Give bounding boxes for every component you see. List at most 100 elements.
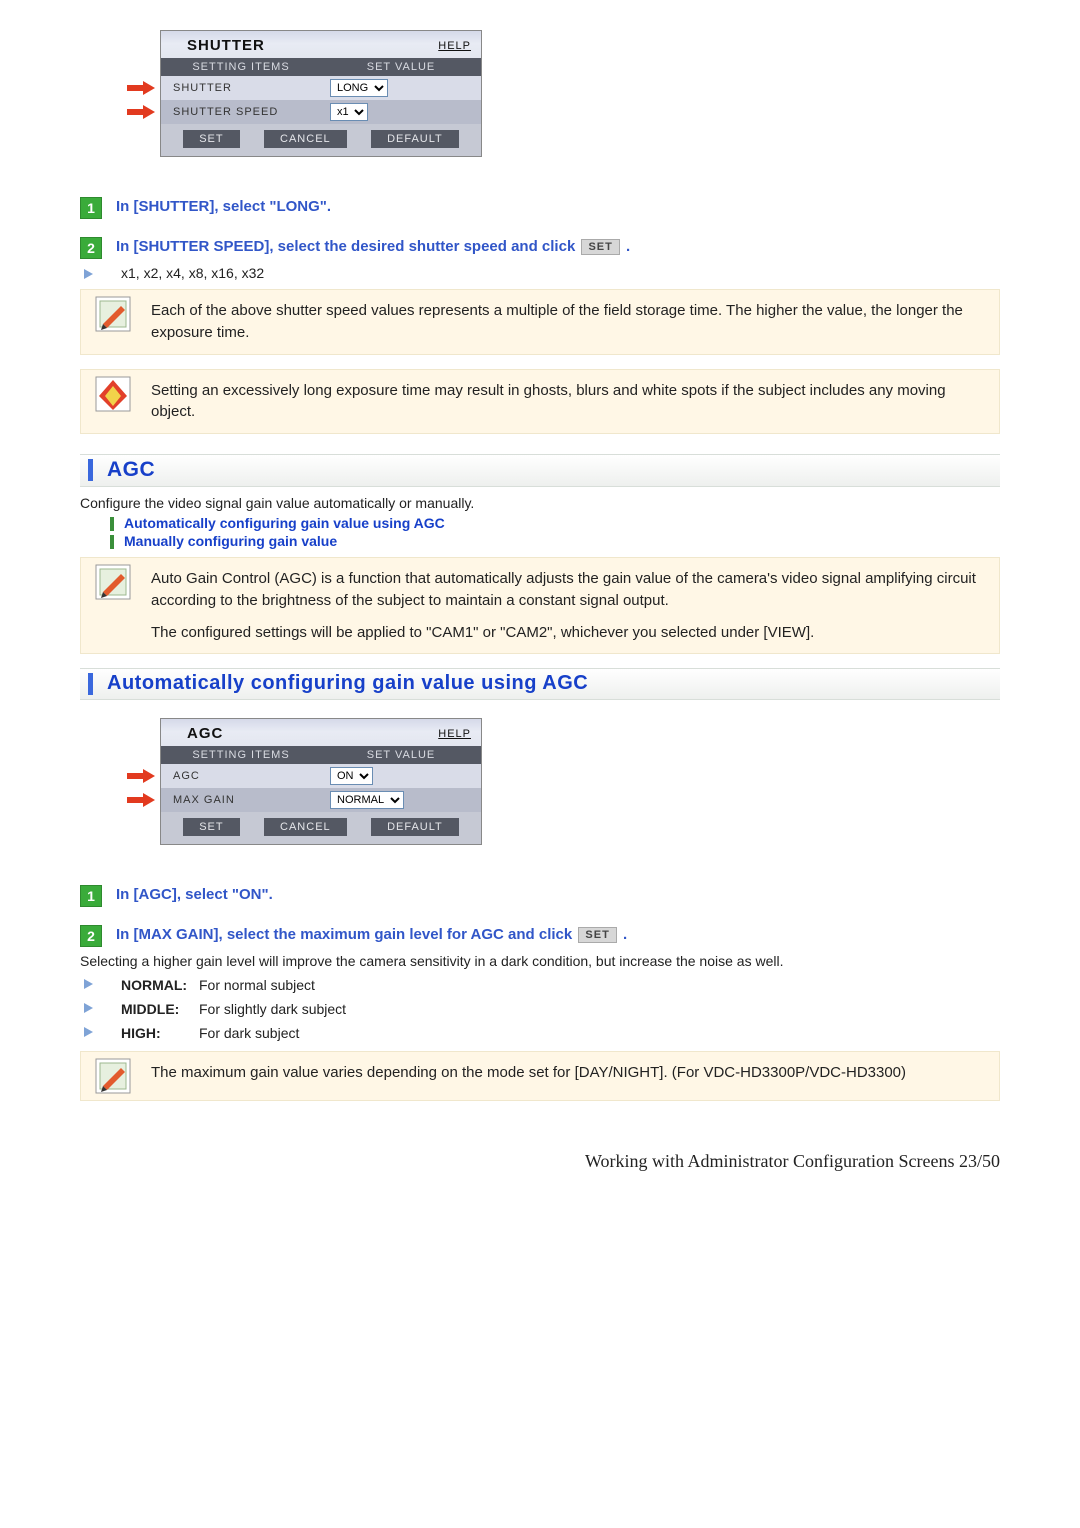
pencil-note-icon	[95, 1058, 131, 1094]
agc-panel: AGC HELP SETTING ITEMS SET VALUE AGC ON …	[160, 718, 1000, 845]
step-number: 1	[80, 885, 102, 907]
gain-option-row: MIDDLE:For slightly dark subject	[84, 999, 1000, 1019]
note-text: Auto Gain Control (AGC) is a function th…	[151, 564, 993, 647]
gain-option-row: HIGH:For dark subject	[84, 1023, 1000, 1043]
agc-row-agc: AGC ON	[161, 764, 481, 788]
step-number: 2	[80, 925, 102, 947]
shutter-speed-select[interactable]: x1	[330, 103, 368, 121]
pencil-note-icon	[95, 564, 131, 600]
col-set-value: SET VALUE	[321, 749, 481, 761]
agc-panel-title: AGC	[187, 725, 223, 742]
shutter-row-shutter: SHUTTER LONG	[161, 76, 481, 100]
warning-block: Setting an excessively long exposure tim…	[80, 369, 1000, 435]
gain-options-list: NORMAL:For normal subjectMIDDLE:For slig…	[84, 975, 1000, 1043]
agc-step2-intro: Selecting a higher gain level will impro…	[80, 953, 1000, 969]
agc-step-1: 1 In [AGC], select "ON".	[80, 885, 1000, 907]
agc-panel-header: SETTING ITEMS SET VALUE	[161, 746, 481, 764]
tick-icon	[110, 517, 114, 531]
step-number: 2	[80, 237, 102, 259]
step-text: In [AGC], select "ON".	[116, 885, 273, 903]
gain-option: NORMAL:For normal subject	[121, 977, 1000, 993]
note-paragraph: Auto Gain Control (AGC) is a function th…	[151, 568, 989, 612]
section-label: AGC	[107, 458, 155, 482]
step-text-part: .	[622, 238, 630, 255]
note-text: Setting an excessively long exposure tim…	[151, 376, 993, 428]
row-label: MAX GAIN	[161, 790, 324, 810]
shutter-panel-buttons: SET CANCEL DEFAULT	[161, 124, 481, 156]
gain-key: MIDDLE:	[121, 1001, 199, 1017]
step-text: In [SHUTTER SPEED], select the desired s…	[116, 237, 630, 255]
tick-icon	[110, 535, 114, 549]
arrow-icon	[127, 769, 155, 783]
col-setting-items: SETTING ITEMS	[161, 61, 321, 73]
shutter-panel: SHUTTER HELP SETTING ITEMS SET VALUE SHU…	[160, 30, 1000, 157]
note-text: Each of the above shutter speed values r…	[151, 296, 993, 348]
gain-option: MIDDLE:For slightly dark subject	[121, 1001, 1000, 1017]
bullet-icon	[84, 1027, 93, 1037]
step-text: In [MAX GAIN], select the maximum gain l…	[116, 925, 627, 943]
default-button[interactable]: DEFAULT	[371, 818, 459, 836]
col-set-value: SET VALUE	[321, 61, 481, 73]
agc-note-block: Auto Gain Control (AGC) is a function th…	[80, 557, 1000, 654]
agc-select[interactable]: ON	[330, 767, 373, 785]
gain-desc: For dark subject	[199, 1025, 299, 1041]
shutter-speed-list: x1, x2, x4, x8, x16, x32	[84, 265, 1000, 281]
note-block: Each of the above shutter speed values r…	[80, 289, 1000, 355]
step-number: 1	[80, 197, 102, 219]
set-button[interactable]: SET	[183, 130, 239, 148]
row-label: SHUTTER SPEED	[161, 102, 324, 122]
section-label: Automatically configuring gain value usi…	[107, 672, 588, 695]
agc-step-2: 2 In [MAX GAIN], select the maximum gain…	[80, 925, 1000, 947]
arrow-icon	[127, 105, 155, 119]
warning-icon	[95, 376, 131, 412]
agc-maxgain-note: The maximum gain value varies depending …	[80, 1051, 1000, 1101]
agc-auto-link[interactable]: Automatically configuring gain value usi…	[124, 515, 445, 531]
set-chip: SET	[578, 927, 616, 943]
agc-panel-buttons: SET CANCEL DEFAULT	[161, 812, 481, 844]
agc-intro: Configure the video signal gain value au…	[80, 495, 1000, 511]
step-text-part: .	[619, 926, 627, 943]
shutter-panel-title: SHUTTER	[187, 37, 265, 54]
agc-section-heading: AGC	[80, 454, 1000, 487]
agc-row-maxgain: MAX GAIN NORMAL	[161, 788, 481, 812]
agc-auto-heading: Automatically configuring gain value usi…	[80, 668, 1000, 700]
shutter-select[interactable]: LONG	[330, 79, 388, 97]
cancel-button[interactable]: CANCEL	[264, 130, 347, 148]
shutter-step-1: 1 In [SHUTTER], select "LONG".	[80, 197, 1000, 219]
maxgain-select[interactable]: NORMAL	[330, 791, 404, 809]
step-text: In [SHUTTER], select "LONG".	[116, 197, 331, 215]
agc-help-link[interactable]: HELP	[438, 728, 471, 740]
pencil-note-icon	[95, 296, 131, 332]
shutter-row-speed: SHUTTER SPEED x1	[161, 100, 481, 124]
note-paragraph: The configured settings will be applied …	[151, 622, 989, 644]
set-chip: SET	[581, 239, 619, 255]
gain-desc: For slightly dark subject	[199, 1001, 346, 1017]
arrow-icon	[127, 81, 155, 95]
note-text: The maximum gain value varies depending …	[151, 1058, 993, 1088]
agc-link-list: Automatically configuring gain value usi…	[80, 515, 1000, 549]
step-text-part: In [SHUTTER SPEED], select the desired s…	[116, 238, 579, 255]
col-setting-items: SETTING ITEMS	[161, 749, 321, 761]
accent-bar	[88, 459, 93, 481]
bullet-icon	[84, 1003, 93, 1013]
accent-bar	[88, 673, 93, 695]
gain-desc: For normal subject	[199, 977, 315, 993]
gain-key: HIGH:	[121, 1025, 199, 1041]
shutter-panel-header: SETTING ITEMS SET VALUE	[161, 58, 481, 76]
arrow-icon	[127, 793, 155, 807]
shutter-help-link[interactable]: HELP	[438, 40, 471, 52]
speed-values: x1, x2, x4, x8, x16, x32	[121, 265, 1000, 281]
agc-manual-link[interactable]: Manually configuring gain value	[124, 533, 337, 549]
step-text-part: In [MAX GAIN], select the maximum gain l…	[116, 926, 576, 943]
gain-option-row: NORMAL:For normal subject	[84, 975, 1000, 995]
cancel-button[interactable]: CANCEL	[264, 818, 347, 836]
gain-key: NORMAL:	[121, 977, 199, 993]
bullet-icon	[84, 979, 93, 989]
default-button[interactable]: DEFAULT	[371, 130, 459, 148]
set-button[interactable]: SET	[183, 818, 239, 836]
shutter-step-2: 2 In [SHUTTER SPEED], select the desired…	[80, 237, 1000, 259]
gain-option: HIGH:For dark subject	[121, 1025, 1000, 1041]
page-footer: Working with Administrator Configuration…	[80, 1151, 1000, 1172]
bullet-icon	[84, 269, 93, 279]
row-label: AGC	[161, 766, 324, 786]
